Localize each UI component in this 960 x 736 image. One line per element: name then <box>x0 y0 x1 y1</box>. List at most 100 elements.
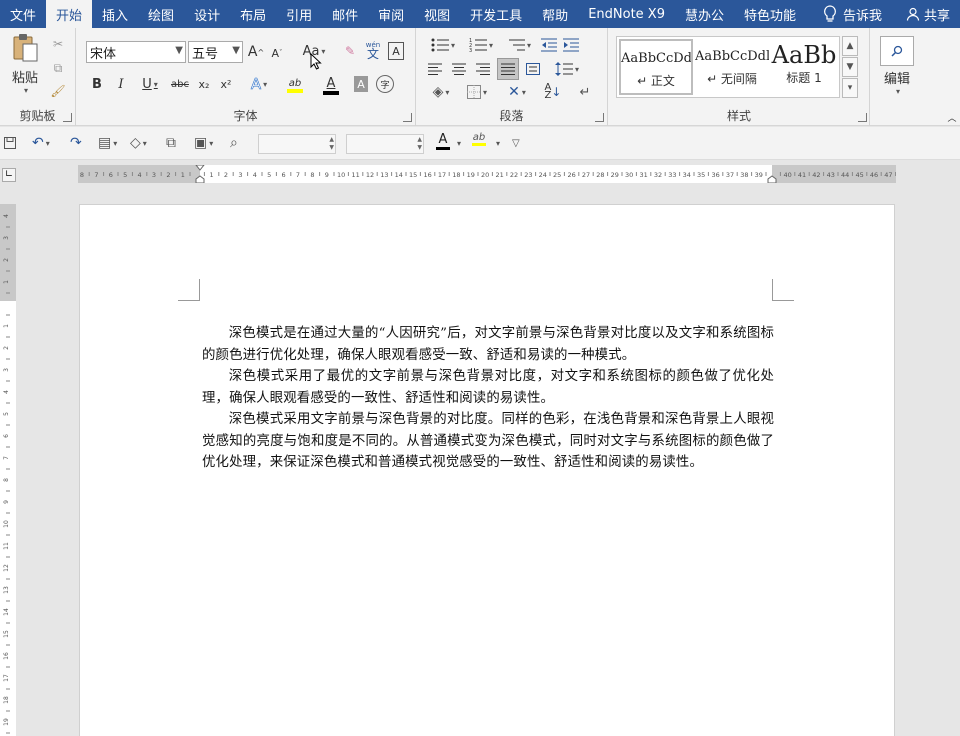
clear-formatting-button[interactable]: ✎ <box>342 42 358 60</box>
paste-button[interactable]: 粘贴 ▾ <box>6 34 44 95</box>
cut-button[interactable]: ✂ <box>50 36 66 52</box>
multilevel-list-button[interactable]: ▾ <box>502 36 536 54</box>
format-painter-button[interactable]: 🖌 <box>50 83 66 99</box>
align-center-button[interactable] <box>450 60 468 78</box>
compare-button[interactable]: ⧉ <box>166 133 176 153</box>
first-line-indent-marker[interactable] <box>195 165 205 171</box>
font-color-button[interactable]: A <box>316 74 346 96</box>
bold-button[interactable]: B <box>90 75 104 93</box>
enclose-char-button[interactable]: 字 <box>376 75 394 93</box>
crop-mark-top-left <box>178 279 200 301</box>
more-styles-icon[interactable]: ▾ <box>842 78 858 98</box>
document-page[interactable]: 深色模式是在通过大量的“人因研究”后，对文字前景与深色背景对比度以及文字和系统图… <box>79 204 895 736</box>
char-border-button[interactable]: A <box>388 42 404 60</box>
paragraph[interactable]: 深色模式采用了最优的文字前景与深色背景对比度，对文字和系统图标的颜色做了优化处理… <box>202 366 774 409</box>
editing-label[interactable]: 编辑 <box>876 68 918 87</box>
redo-button[interactable]: ↷ <box>70 133 82 153</box>
subscript-button[interactable]: x₂ <box>196 75 212 93</box>
paragraph[interactable]: 深色模式采用文字前景与深色背景的对比度。同样的色彩，在浅色背景和深色背景上人眼视… <box>202 409 774 474</box>
document-body[interactable]: 深色模式是在通过大量的“人因研究”后，对文字前景与深色背景对比度以及文字和系统图… <box>202 323 774 474</box>
share-button[interactable]: 共享 <box>896 5 960 24</box>
vruler-label: 11 <box>3 542 10 550</box>
paragraph-launcher-icon[interactable] <box>595 113 604 122</box>
strikethrough-button[interactable]: abc <box>170 75 190 93</box>
clipboard-launcher-icon[interactable] <box>63 113 72 122</box>
font-name-box[interactable]: 宋体 ▼ <box>86 41 186 63</box>
tab-4[interactable]: 设计 <box>184 0 230 28</box>
vertical-ruler[interactable]: 43211234567891011121314151617181920 <box>0 204 16 736</box>
hanging-indent-marker[interactable] <box>195 175 205 183</box>
right-indent-marker[interactable] <box>767 175 777 183</box>
print-layout-button[interactable]: ▤ ▾ <box>98 133 117 153</box>
tab-8[interactable]: 审阅 <box>368 0 414 28</box>
font-size-box[interactable]: 五号 ▼ <box>188 41 243 63</box>
spinner-icon: ▲ ▼ <box>329 136 334 151</box>
tab-12[interactable]: EndNote X9 <box>578 0 675 28</box>
collapse-ribbon-icon[interactable]: ︿ <box>946 112 958 124</box>
bullets-button[interactable]: ▾ <box>426 36 460 54</box>
align-right-button[interactable] <box>474 60 492 78</box>
shrink-font-button[interactable]: Aˇ <box>270 45 284 61</box>
char-shading-button[interactable]: A <box>354 76 368 92</box>
align-left-button[interactable] <box>426 60 444 78</box>
print-preview-button[interactable]: ⌕ <box>230 133 238 153</box>
picture-button[interactable]: ▣ ▾ <box>194 133 213 153</box>
tab-10[interactable]: 开发工具 <box>460 0 532 28</box>
distributed-button[interactable] <box>524 60 542 78</box>
customize-qat-button[interactable]: ▽ <box>512 133 520 153</box>
undo-button[interactable]: ↶ ▾ <box>32 133 50 153</box>
line-spacing-button[interactable]: ▾ <box>550 60 584 78</box>
sort-button[interactable]: A Z ↓ <box>538 82 568 102</box>
decrease-indent-button[interactable] <box>540 36 558 54</box>
style-normal[interactable]: AaBbCcDdl ↵ 正文 <box>619 39 693 95</box>
font-launcher-icon[interactable] <box>403 113 412 122</box>
qat-field-2[interactable]: ▲ ▼ <box>346 134 424 154</box>
chevron-down-icon[interactable]: ▾ <box>494 133 500 153</box>
increase-indent-button[interactable] <box>562 36 580 54</box>
superscript-button[interactable]: x² <box>218 75 234 93</box>
ruler-label: 22 <box>510 171 518 179</box>
font-name-value: 宋体 <box>90 46 117 62</box>
paragraph[interactable]: 深色模式是在通过大量的“人因研究”后，对文字前景与深色背景对比度以及文字和系统图… <box>202 323 774 366</box>
qat-highlight-button[interactable]: ab <box>472 132 486 154</box>
qat-font-color-button[interactable]: A <box>436 132 450 154</box>
tab-5[interactable]: 布局 <box>230 0 276 28</box>
phonetic-guide-button[interactable]: wén 文 <box>364 38 382 62</box>
chinese-layout-button[interactable]: ✕ ▾ <box>502 82 532 102</box>
tab-2[interactable]: 插入 <box>92 0 138 28</box>
ruler-label: 41 <box>798 171 806 179</box>
scroll-down-icon[interactable]: ▼ <box>842 57 858 77</box>
tell-me-box[interactable]: 告诉我 <box>809 5 896 24</box>
justify-button[interactable] <box>497 58 519 80</box>
shapes-button[interactable]: ◇ ▾ <box>130 133 147 153</box>
tab-3[interactable]: 绘图 <box>138 0 184 28</box>
save-button[interactable] <box>4 133 16 153</box>
tab-selector[interactable]: ∟ <box>2 168 16 182</box>
qat-field-1[interactable]: ▲ ▼ <box>258 134 336 154</box>
find-button[interactable] <box>880 36 914 66</box>
tab-14[interactable]: 特色功能 <box>734 0 806 28</box>
show-marks-button[interactable]: ↵ <box>576 82 594 102</box>
tab-0[interactable]: 文件 <box>0 0 46 28</box>
grow-font-button[interactable]: A ^ <box>248 43 264 61</box>
borders-button[interactable]: ▾ <box>462 82 492 102</box>
highlight-button[interactable]: ab <box>280 74 310 96</box>
tab-1[interactable]: 开始 <box>46 0 93 28</box>
horizontal-ruler[interactable]: 8 7 6 5 4 3 2 1 1 2 3 4 5 6 7 8 9 10 11 12 13 14 15 16 17 18 19 20 2… <box>78 165 896 183</box>
tab-6[interactable]: 引用 <box>276 0 322 28</box>
style-no-spacing[interactable]: AaBbCcDdl ↵ 无间隔 <box>695 39 769 95</box>
style-heading-1[interactable]: AaBb 标题 1 <box>769 39 839 95</box>
underline-button[interactable]: U ▾ <box>138 75 162 93</box>
tab-13[interactable]: 慧办公 <box>675 0 734 28</box>
tab-7[interactable]: 邮件 <box>322 0 368 28</box>
tab-9[interactable]: 视图 <box>414 0 460 28</box>
scroll-up-icon[interactable]: ▲ <box>842 36 858 56</box>
numbering-button[interactable]: 1 2 3 ▾ <box>464 36 498 54</box>
shading-button[interactable]: ◈ ▾ <box>426 82 456 102</box>
copy-button[interactable]: ⧉ <box>50 60 66 76</box>
italic-button[interactable]: I <box>114 75 128 93</box>
vruler-label: 8 <box>3 478 10 482</box>
tab-11[interactable]: 帮助 <box>532 0 578 28</box>
text-effects-button[interactable]: A ▾ <box>246 74 272 94</box>
chevron-down-icon[interactable]: ▾ <box>455 133 461 153</box>
